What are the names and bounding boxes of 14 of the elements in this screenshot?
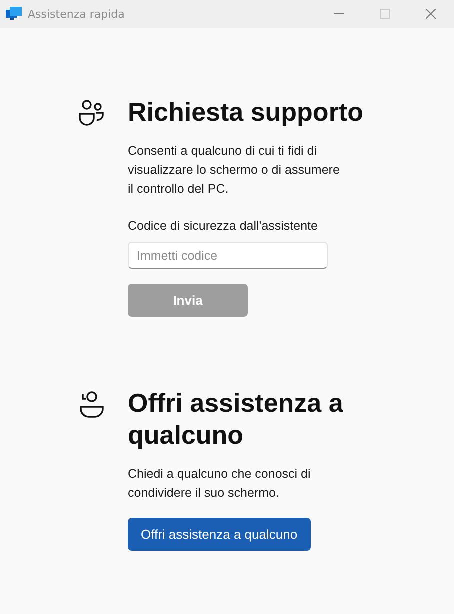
field-label: Codice di sicurezza dall'assistente: [128, 219, 318, 233]
description: Consenti a qualcuno di cui ti fidi di visualizzare lo schermo o di assumere il controllo del PC.: [128, 143, 341, 198]
maximize-icon: [380, 9, 390, 19]
section-heading: Richiesta supporto: [128, 96, 364, 128]
window-title: Assistenza rapida: [28, 8, 126, 20]
section-heading: Offri assistenza a qualcuno: [128, 387, 344, 451]
close-icon: [426, 9, 436, 19]
offer-button[interactable]: Offri assistenza a qualcuno: [128, 518, 311, 551]
person-icon: [78, 390, 106, 418]
minimize-icon: [334, 13, 344, 15]
code-input-field[interactable]: Immetti codice: [128, 242, 328, 269]
description: Chiedi a qualcuno che conosci di condividere il suo schermo.: [128, 466, 312, 502]
people-icon: [78, 99, 106, 127]
monitor-icon: [6, 7, 22, 21]
